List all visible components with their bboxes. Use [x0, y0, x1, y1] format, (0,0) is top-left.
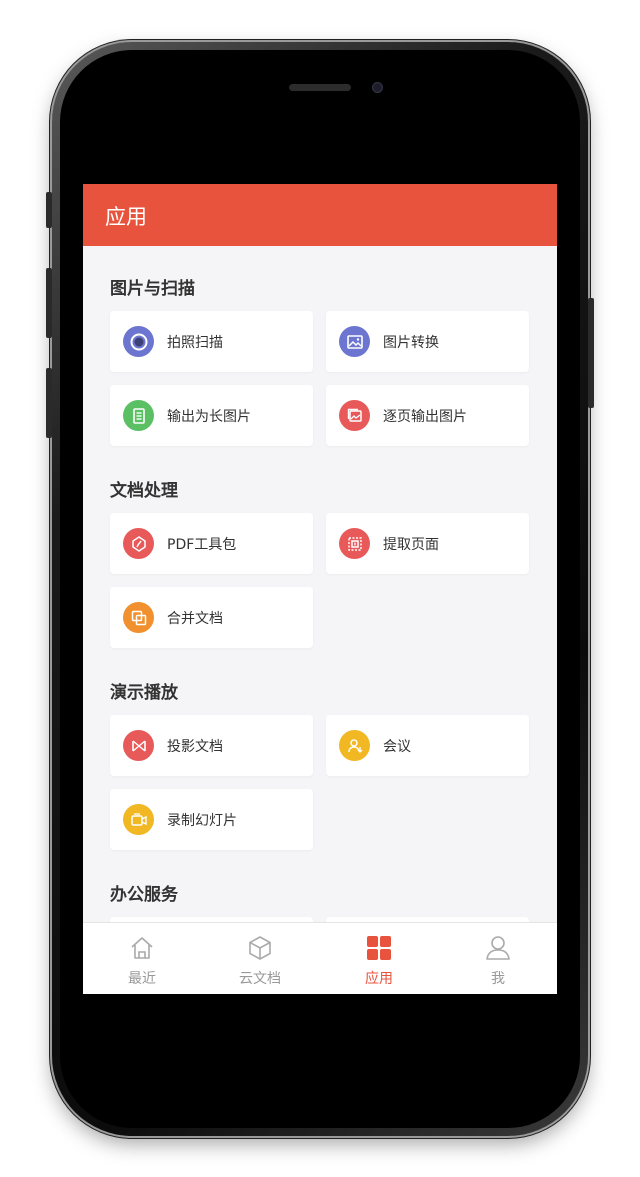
app-label: PDF工具包	[167, 537, 237, 553]
app-pages-to-image[interactable]: 逐页输出图片	[326, 385, 529, 446]
section-title: 办公服务	[110, 885, 178, 905]
mute-switch	[46, 192, 52, 228]
tab-label: 应用	[365, 971, 393, 987]
app-label: 录制幻灯片	[167, 813, 237, 829]
app-label: 拍照扫描	[167, 335, 223, 351]
long-image-icon	[123, 400, 154, 431]
app-label: 合并文档	[167, 611, 223, 627]
section-title: 文档处理	[110, 481, 178, 501]
apps-content[interactable]: 图片与扫描 拍照扫描 图片转换 输出为长图片 逐页输出图片 文档处理 PDF工具…	[83, 246, 557, 922]
projection-icon	[123, 730, 154, 761]
page-title: 应用	[105, 205, 147, 229]
app-label: 提取页面	[383, 537, 439, 553]
app-label: 会议	[383, 739, 411, 755]
tab-label: 云文档	[239, 971, 281, 987]
extract-page-icon	[339, 528, 370, 559]
app-image-convert[interactable]: 图片转换	[326, 311, 529, 372]
bottom-tab-bar: 最近 云文档 应用 我	[83, 922, 557, 994]
merge-icon	[123, 602, 154, 633]
record-icon	[123, 804, 154, 835]
user-icon	[484, 934, 512, 962]
app-photo-scan[interactable]: 拍照扫描	[110, 311, 313, 372]
volume-up-button	[46, 268, 52, 338]
camera-scan-icon	[123, 326, 154, 357]
meeting-icon	[339, 730, 370, 761]
app-pdf-toolkit[interactable]: PDF工具包	[110, 513, 313, 574]
front-camera	[372, 82, 383, 93]
app-project-doc[interactable]: 投影文档	[110, 715, 313, 776]
app-label: 输出为长图片	[167, 409, 251, 425]
tab-apps[interactable]: 应用	[320, 923, 438, 994]
app-screen: 应用 图片与扫描 拍照扫描 图片转换 输出为长图片 逐页输出图片 文档处理 PD…	[83, 184, 557, 994]
cube-icon	[246, 934, 274, 962]
app-extract-pages[interactable]: 提取页面	[326, 513, 529, 574]
home-icon	[128, 934, 156, 962]
app-header: 应用	[83, 184, 557, 246]
section-title: 图片与扫描	[110, 279, 195, 299]
power-button	[588, 298, 594, 408]
app-label: 逐页输出图片	[383, 409, 467, 425]
section-title: 演示播放	[110, 683, 178, 703]
app-long-image[interactable]: 输出为长图片	[110, 385, 313, 446]
app-record-slides[interactable]: 录制幻灯片	[110, 789, 313, 850]
tab-me[interactable]: 我	[439, 923, 557, 994]
app-merge-docs[interactable]: 合并文档	[110, 587, 313, 648]
tab-label: 最近	[128, 971, 156, 987]
tab-label: 我	[491, 971, 505, 987]
tab-cloud-docs[interactable]: 云文档	[201, 923, 319, 994]
app-label: 投影文档	[167, 739, 223, 755]
apps-grid-icon	[365, 934, 393, 962]
earpiece-speaker	[289, 84, 351, 91]
pages-image-icon	[339, 400, 370, 431]
pdf-icon	[123, 528, 154, 559]
app-meeting[interactable]: 会议	[326, 715, 529, 776]
image-icon	[339, 326, 370, 357]
volume-down-button	[46, 368, 52, 438]
app-label: 图片转换	[383, 335, 439, 351]
tab-recent[interactable]: 最近	[83, 923, 201, 994]
